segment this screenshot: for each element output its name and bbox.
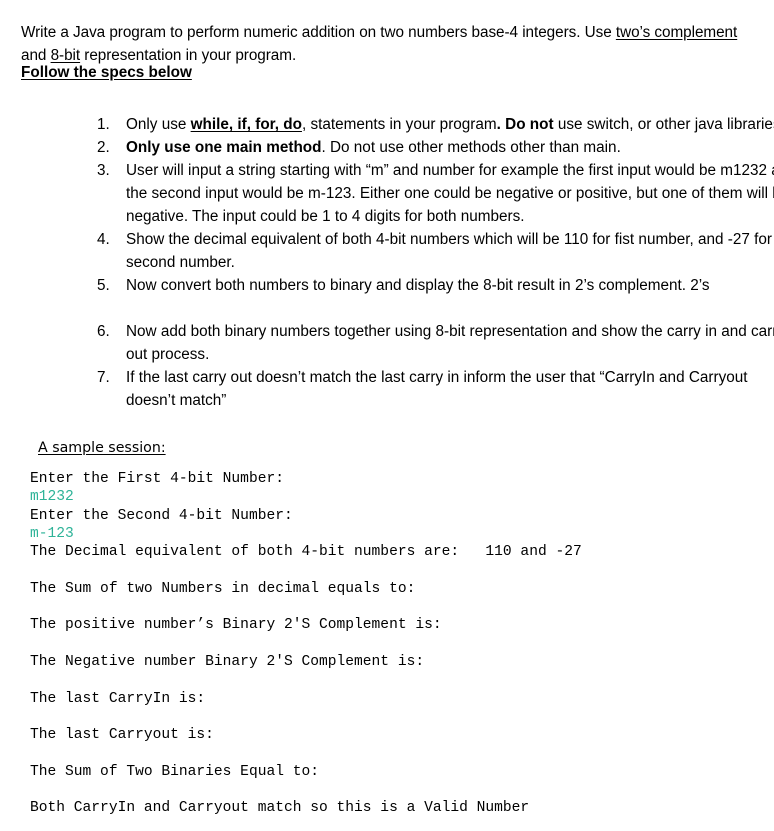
spec-item-number: 6. [97, 323, 110, 341]
spec-item: 3. User will input a string starting with… [40, 159, 774, 228]
spec-item-text-run: Now convert both numbers to binary and d… [126, 277, 710, 295]
spec-item-number: 5. [97, 277, 110, 295]
spec-item-number: 3. [97, 162, 110, 180]
spec-heading: Follow the specs below [21, 64, 192, 81]
spec-item-text-run: , statements in your program [301, 116, 497, 134]
spec-item: 5. Now convert both numbers to binary and… [40, 274, 774, 297]
console-output-line: Enter the First 4-bit Number: [30, 471, 284, 487]
spec-list: 1. Only use while, if, for, do, statement… [0, 113, 774, 412]
intro-paragraph: Write a Java program to perform numeric … [21, 21, 757, 67]
console-output-line: The positive number’s Binary 2'S Complem… [30, 617, 442, 634]
console-transcript: Enter the First 4-bit Number: m1232 Enter … [30, 470, 760, 818]
spec-item-text: User will input a string starting with “… [126, 162, 774, 225]
spec-item: 1. Only use while, if, for, do, statement… [40, 113, 774, 136]
spec-item-text: Only use while, if, for, do, statements … [126, 116, 774, 133]
spec-item-text: Now convert both numbers to binary and d… [126, 277, 710, 294]
console-output-line: Both CarryIn and Carryout match so this … [30, 800, 530, 817]
console-input-line: m1232 [30, 489, 74, 506]
spec-item: 6. Now add both binary numbers together u… [40, 320, 774, 366]
console-output-line: The last Carryout is: [30, 727, 214, 744]
spec-item: 2. Only use one main method. Do not use o… [40, 136, 774, 159]
console-output-line: The Negative number Binary 2'S Complemen… [30, 653, 425, 670]
intro-underlined-run: two’s complement [615, 24, 738, 42]
spec-item-text-run: Now add both binary numbers together usi… [126, 323, 774, 364]
spec-item-text: Only use one main method. Do not use oth… [126, 139, 621, 156]
spec-item: 7. If the last carry out doesn’t match th… [40, 366, 774, 412]
spec-item-number: 1. [97, 116, 110, 134]
spec-item-text-run: User will input a string starting with “… [126, 162, 774, 226]
spec-item-number: 4. [97, 231, 110, 249]
spec-item-text-run: Only use [126, 116, 191, 134]
console-input-line: m-123 [30, 525, 74, 542]
spec-item-text-run: If the last carry out doesn’t match the … [126, 369, 748, 410]
console-output-line: The last CarryIn is: [30, 690, 206, 707]
spec-item-number: 7. [97, 369, 110, 387]
sample-session-label: A sample session: [38, 440, 166, 456]
console-output-line: The Decimal equivalent of both 4-bit num… [30, 544, 582, 561]
intro-text-run: Write a Java program to perform numeric … [21, 24, 616, 42]
spec-item-text-run: use switch, or other java libraries. [553, 116, 774, 134]
spec-item-text-run: . Do not use other methods other than ma… [321, 139, 621, 157]
console-output-line: The Sum of two Numbers in decimal equals… [30, 580, 416, 597]
spec-item-number: 2. [97, 139, 110, 157]
spec-item-bold-underlined-run: while, if, for, do [190, 116, 302, 134]
spec-item-text-run: Show the decimal equivalent of both 4-bi… [126, 231, 774, 272]
spec-item-text: Now add both binary numbers together usi… [126, 323, 774, 363]
spec-item-bold-run: Only use one main method [126, 139, 322, 157]
spec-item-text: Show the decimal equivalent of both 4-bi… [126, 231, 774, 271]
spec-item-bold-run: . Do not [496, 116, 554, 134]
document-page: Write a Java program to perform numeric … [0, 0, 774, 831]
spec-item-text: If the last carry out doesn’t match the … [126, 369, 747, 409]
console-output-line: The Sum of Two Binaries Equal to: [30, 763, 320, 780]
console-output-line: Enter the Second 4-bit Number: [30, 507, 293, 524]
spec-item: 4. Show the decimal equivalent of both 4-… [40, 228, 774, 274]
